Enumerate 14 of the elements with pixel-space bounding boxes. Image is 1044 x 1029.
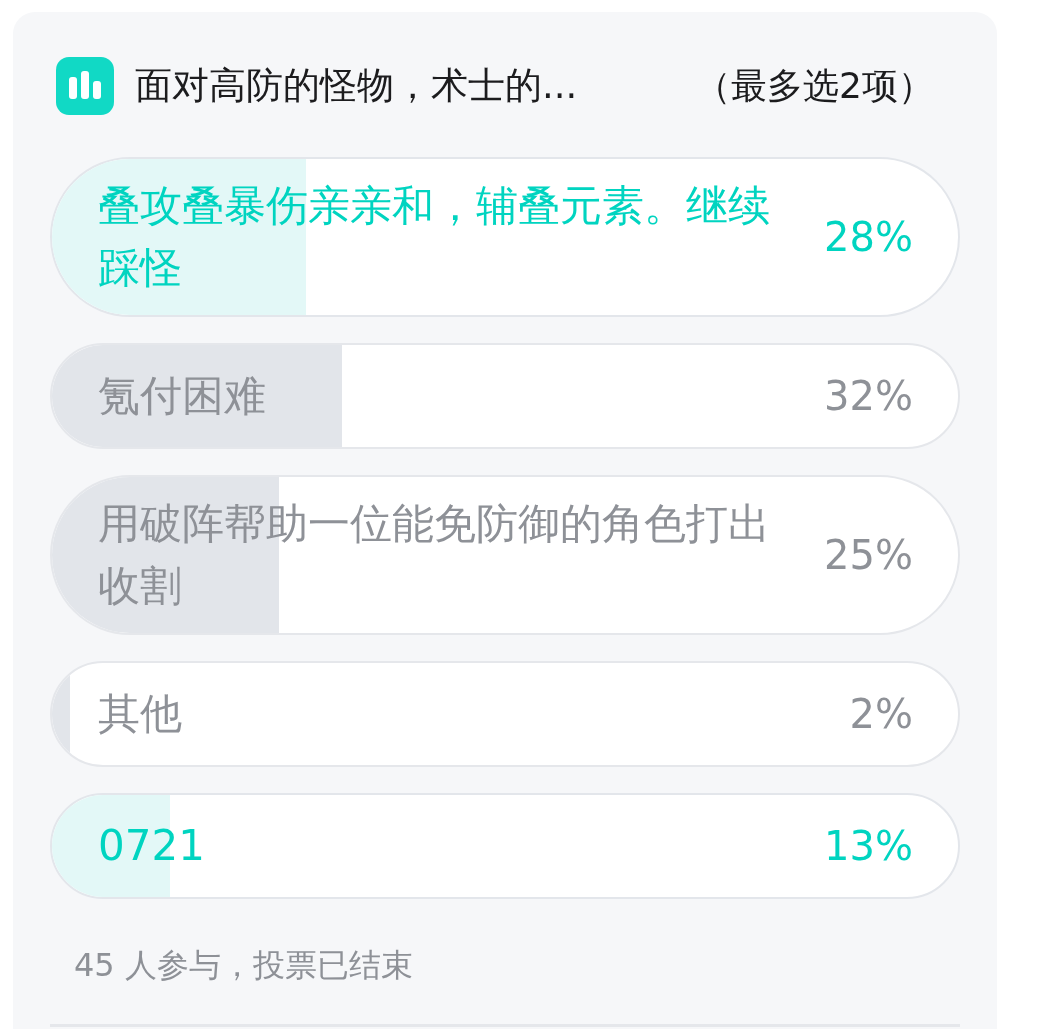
vote-summary: 45 人参与，投票已结束	[73, 945, 414, 986]
option-percent: 32%	[824, 372, 913, 421]
bar-chart-icon	[56, 57, 114, 115]
option-percent: 25%	[824, 531, 913, 580]
option-label: 0721	[98, 820, 206, 872]
option-percent: 2%	[849, 690, 913, 739]
option-label: 其他	[98, 688, 183, 740]
selection-limit: （最多选2项）	[695, 64, 934, 108]
option-percent: 28%	[824, 213, 913, 262]
option-label: 用破阵帮助一位能免防御的角色打出收割	[98, 498, 771, 612]
option-percent: 13%	[824, 822, 913, 871]
poll-title: 面对高防的怪物，术士的...	[135, 63, 579, 109]
option-label: 叠攻叠暴伤亲亲和，辅叠元素。继续踩怪	[98, 180, 771, 294]
option-label: 氪付困难	[98, 370, 267, 422]
